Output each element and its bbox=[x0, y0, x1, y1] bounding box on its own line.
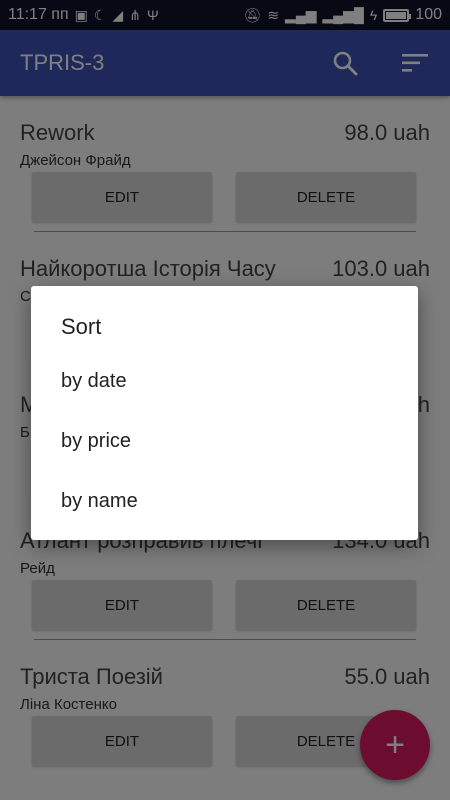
sort-option-price[interactable]: by price bbox=[61, 430, 131, 453]
sort-option-date[interactable]: by date bbox=[61, 370, 127, 393]
dialog-title: Sort bbox=[61, 314, 102, 339]
sort-option-name[interactable]: by name bbox=[61, 490, 138, 513]
sort-dialog: Sort by date by price by name bbox=[31, 286, 418, 540]
